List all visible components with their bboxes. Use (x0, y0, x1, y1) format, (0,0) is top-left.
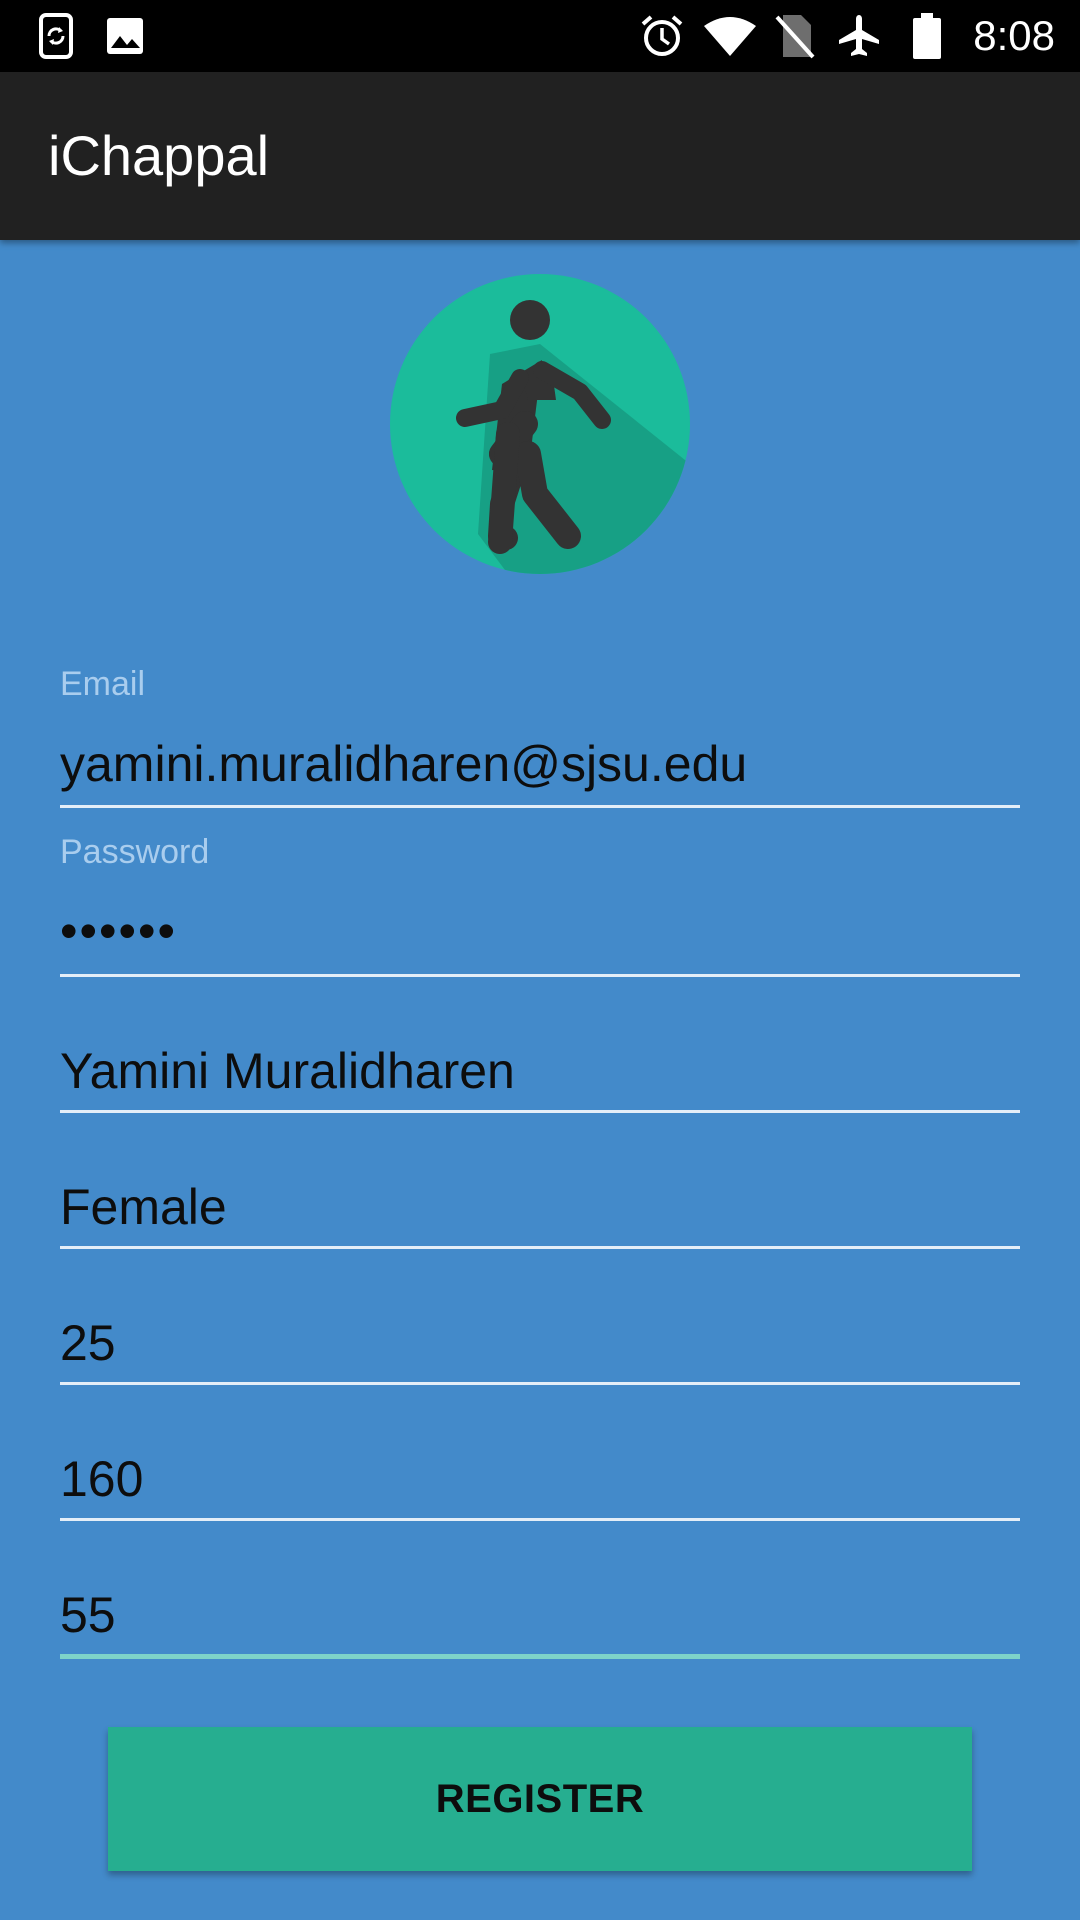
name-field[interactable]: Yamini Muralidharen (60, 1035, 1020, 1115)
height-underline (60, 1518, 1020, 1521)
email-value[interactable]: yamini.muralidharen@sjsu.edu (60, 735, 747, 793)
battery-icon (910, 0, 944, 72)
weight-underline (60, 1654, 1020, 1659)
register-button[interactable]: REGISTER (108, 1727, 972, 1871)
email-label: Email (60, 665, 146, 703)
no-sim-icon (772, 0, 818, 72)
password-field[interactable]: Password •••••• (60, 830, 1020, 980)
height-value[interactable]: 160 (60, 1450, 143, 1508)
app-logo (390, 274, 690, 574)
gender-field[interactable]: Female (60, 1171, 1020, 1251)
height-field[interactable]: 160 (60, 1443, 1020, 1523)
walking-person-icon (390, 274, 690, 574)
weight-value[interactable]: 55 (60, 1586, 116, 1644)
password-label: Password (60, 833, 210, 871)
name-underline (60, 1110, 1020, 1113)
gender-value[interactable]: Female (60, 1178, 227, 1236)
status-time: 8:08 (973, 12, 1055, 59)
app-title: iChappal (48, 124, 270, 187)
airplane-icon (834, 0, 884, 72)
screen-rotation-icon (36, 0, 76, 72)
age-value[interactable]: 25 (60, 1314, 116, 1372)
password-value[interactable]: •••••• (60, 902, 177, 960)
age-underline (60, 1382, 1020, 1385)
password-underline (60, 974, 1020, 977)
name-value[interactable]: Yamini Muralidharen (60, 1042, 515, 1100)
status-bar: 8:08 (0, 0, 1080, 72)
wifi-icon (703, 0, 757, 72)
email-field[interactable]: Email yamini.muralidharen@sjsu.edu (60, 660, 1020, 810)
gender-underline (60, 1246, 1020, 1249)
image-icon (104, 0, 146, 72)
age-field[interactable]: 25 (60, 1307, 1020, 1387)
weight-field[interactable]: 55 (60, 1579, 1020, 1661)
email-underline (60, 805, 1020, 808)
alarm-icon (638, 0, 686, 72)
app-bar: iChappal (0, 72, 1080, 240)
